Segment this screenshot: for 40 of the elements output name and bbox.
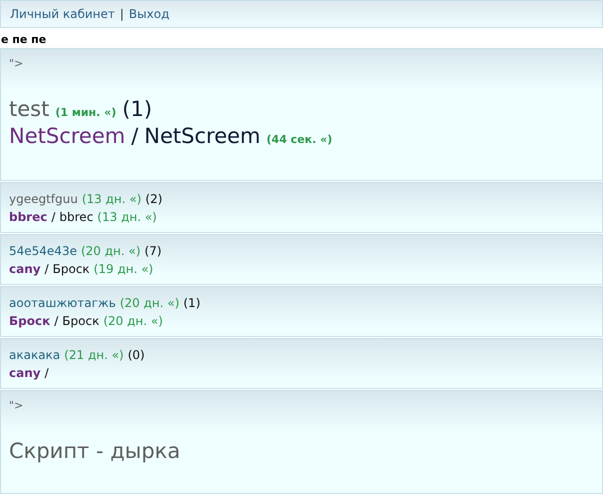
slash: / [51,210,56,224]
time-link[interactable]: (20 дн. «) [80,244,141,258]
reply-count: (0) [128,348,145,362]
reply-count: (7) [144,244,162,258]
time-link[interactable]: (20 дн. «) [120,296,180,310]
time-link[interactable]: (21 дн. «) [64,348,124,362]
time-link[interactable]: (19 дн. «) [94,262,154,276]
separator: | [120,7,124,21]
author: Броск [62,314,100,328]
last-author: bbrec [9,210,48,224]
slash: / [44,366,49,380]
slash: / [44,262,49,276]
topic-link[interactable]: аооташжютагжь [9,296,116,310]
topic-link[interactable]: test [9,97,50,121]
stray-text: "> [9,57,24,72]
nav-link[interactable]: Выход [128,7,170,21]
last-author: cany [9,366,41,380]
heading: е пе пе [0,32,48,48]
topic-link[interactable]: Скрипт - дырка [9,439,180,463]
author: bbrec [59,210,94,224]
topic-link[interactable]: ygeegtfguu [9,192,78,206]
reply-count: (1) [183,296,200,310]
topic-link[interactable]: акакака [9,348,60,362]
author: NetScreem [144,124,261,148]
nav-link[interactable]: Личный кабинет [10,7,115,21]
stray-text: "> [9,399,24,414]
last-author: NetScreem [9,124,126,148]
last-author: cany [9,262,41,276]
time-link[interactable]: (1 мин. «) [55,106,116,119]
last-author: Броск [9,314,50,328]
slash: / [54,314,58,328]
topic-link[interactable]: 54e54e43e [9,244,77,258]
time-link[interactable]: (44 сек. «) [266,133,332,146]
time-link[interactable]: (20 дн. «) [103,314,163,328]
author: Броск [52,262,90,276]
reply-count: (1) [122,97,152,121]
time-link[interactable]: (13 дн. «) [97,210,157,224]
reply-count: (2) [145,192,162,206]
slash: / [131,124,138,148]
time-link[interactable]: (13 дн. «) [82,192,142,206]
